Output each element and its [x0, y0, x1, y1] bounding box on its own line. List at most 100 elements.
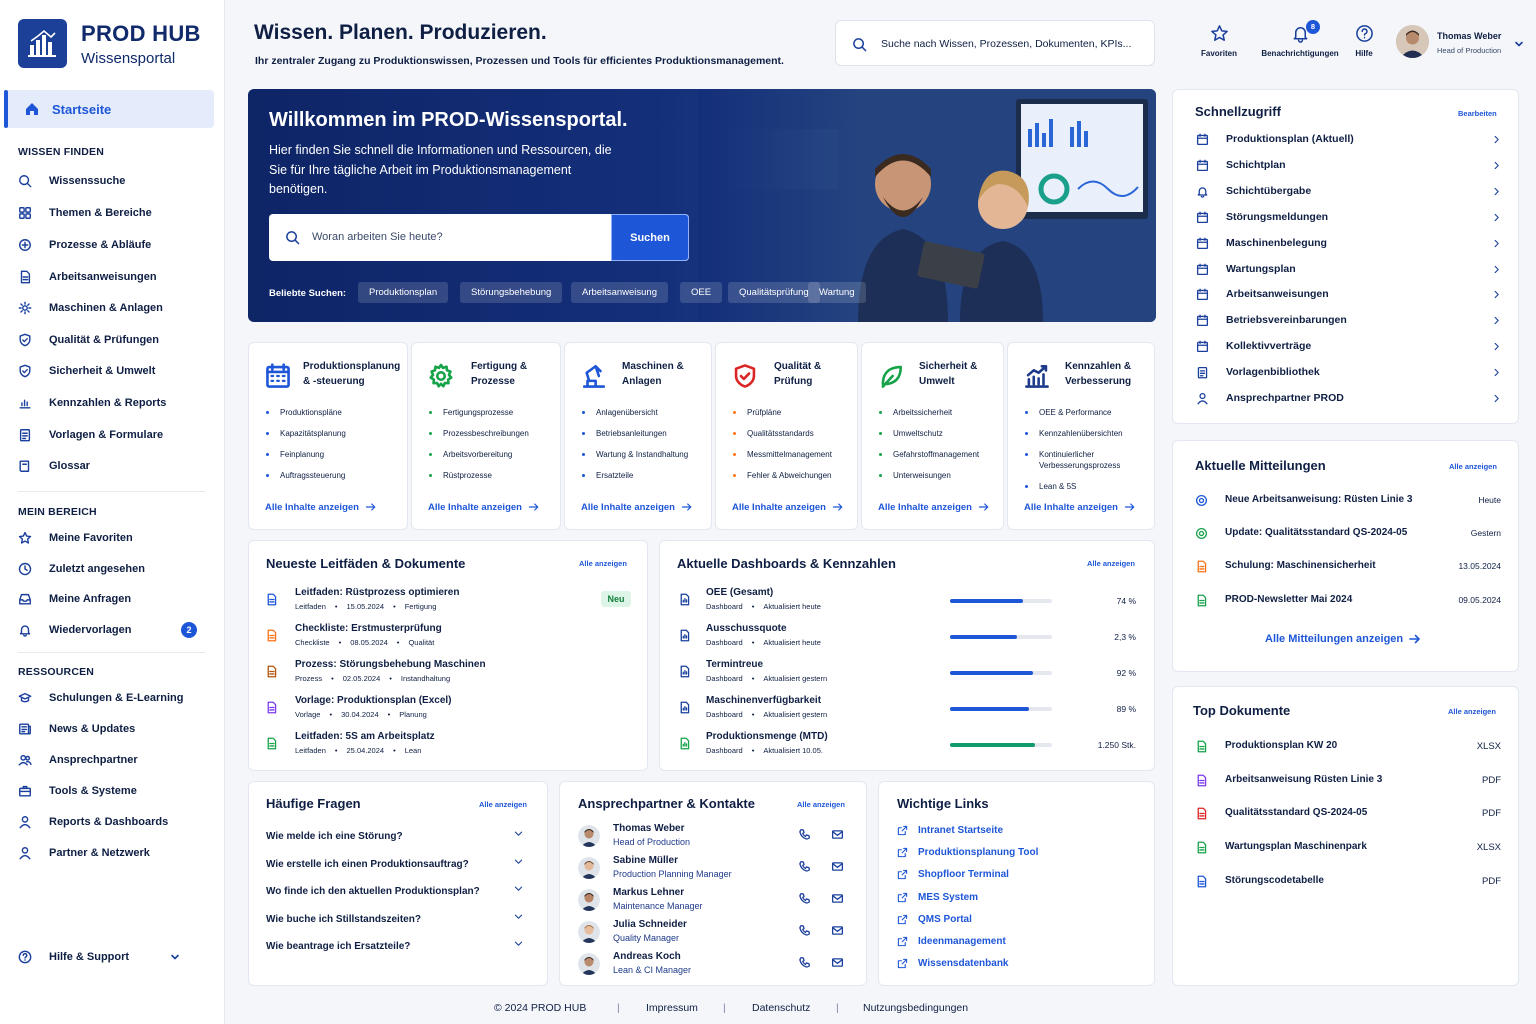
sidebar-item-sicherheit-umwelt[interactable]: Sicherheit & Umwelt	[18, 359, 213, 383]
quick-access-edit-link[interactable]: Bearbeiten	[1458, 109, 1497, 118]
category-link[interactable]: Fertigungsprozesse	[428, 407, 558, 418]
popular-search-chip[interactable]: Wartung	[808, 282, 866, 303]
hero-search-input[interactable]: Woran arbeiten Sie heute? Suchen	[269, 214, 689, 261]
mail-icon[interactable]	[831, 956, 844, 969]
news-item[interactable]: Update: Qualitätsstandard QS-2024-05 Gest…	[1195, 526, 1501, 542]
news-item[interactable]: Neue Arbeitsanweisung: Rüsten Linie 3 Heu…	[1195, 493, 1501, 509]
footer-link-datenschutz[interactable]: Datenschutz	[752, 1002, 810, 1014]
faq-item[interactable]: Wie melde ich eine Störung?	[266, 826, 524, 842]
important-link[interactable]: Wissensdatenbank	[897, 958, 1009, 969]
sidebar-item-prozesse-abläufe[interactable]: Prozesse & Abläufe	[18, 233, 213, 257]
category-link[interactable]: Betriebsanleitungen	[581, 428, 709, 439]
category-link[interactable]: Kapazitätsplanung	[265, 428, 405, 439]
contact-row[interactable]: Julia Schneider Quality Manager	[578, 918, 848, 946]
sidebar-item-news-updates[interactable]: News & Updates	[18, 717, 213, 741]
user-avatar[interactable]	[1396, 25, 1429, 58]
quick-access-item[interactable]: Schichtplan	[1196, 158, 1502, 174]
sidebar-item-glossar[interactable]: Glossar	[18, 454, 213, 478]
sidebar-item-ansprechpartner[interactable]: Ansprechpartner	[18, 748, 213, 772]
category-show-all-link[interactable]: Alle Inhalte anzeigen	[732, 501, 844, 513]
faq-item[interactable]: Wie buche ich Stillstandszeiten?	[266, 909, 524, 925]
category-link[interactable]: OEE & Performance	[1024, 407, 1152, 418]
faq-item[interactable]: Wie beantrage ich Ersatzteile?	[266, 936, 524, 952]
category-show-all-link[interactable]: Alle Inhalte anzeigen	[265, 501, 377, 513]
sidebar-item-qualität-prüfungen[interactable]: Qualität & Prüfungen	[18, 328, 213, 352]
category-link[interactable]: Rüstprozesse	[428, 470, 558, 481]
footer-link-impressum[interactable]: Impressum	[646, 1002, 698, 1014]
category-link[interactable]: Arbeitsvorbereitung	[428, 449, 558, 460]
category-link[interactable]: Unterweisungen	[878, 470, 1001, 481]
quick-access-item[interactable]: Wartungsplan	[1196, 262, 1502, 278]
phone-icon[interactable]	[798, 860, 811, 873]
document-row[interactable]: Leitfaden: Rüstprozess optimieren Leitfad…	[265, 587, 585, 617]
category-link[interactable]: Prozessbeschreibungen	[428, 428, 558, 439]
top-document-row[interactable]: Wartungsplan Maschinenpark XLSX	[1195, 840, 1501, 856]
faq-show-all-link[interactable]: Alle anzeigen	[479, 800, 527, 809]
category-link[interactable]: Gefahrstoffmanagement	[878, 449, 1001, 460]
contact-row[interactable]: Markus Lehner Maintenance Manager	[578, 886, 848, 914]
category-link[interactable]: Lean & 5S	[1024, 481, 1152, 492]
popular-search-chip[interactable]: OEE	[680, 282, 723, 303]
news-item[interactable]: PROD-Newsletter Mai 2024 09.05.2024	[1195, 593, 1501, 609]
quick-access-item[interactable]: Ansprechpartner PROD	[1196, 391, 1502, 407]
hero-search-button[interactable]: Suchen	[611, 214, 689, 261]
sidebar-item-wissenssuche[interactable]: Wissenssuche	[18, 169, 213, 193]
important-link[interactable]: MES System	[897, 892, 978, 903]
sidebar-item-arbeitsanweisungen[interactable]: Arbeitsanweisungen	[18, 265, 213, 289]
top-document-row[interactable]: Qualitätsstandard QS-2024-05 PDF	[1195, 806, 1501, 822]
popular-search-chip[interactable]: Qualitätsprüfung	[728, 282, 820, 303]
contact-row[interactable]: Thomas Weber Head of Production	[578, 822, 848, 850]
document-row[interactable]: Vorlage: Produktionsplan (Excel) Vorlage •…	[265, 695, 585, 725]
category-link[interactable]: Feinplanung	[265, 449, 405, 460]
dashboard-row[interactable]: Maschinenverfügbarkeit Dashboard • Aktualis…	[678, 695, 1138, 725]
help-support-button[interactable]: Hilfe & Support	[18, 945, 213, 969]
quick-access-item[interactable]: Maschinenbelegung	[1196, 236, 1502, 252]
sidebar-item-reports-dashboards[interactable]: Reports & Dashboards	[18, 810, 213, 834]
category-link[interactable]: Auftragssteuerung	[265, 470, 405, 481]
category-link[interactable]: Prüfpläne	[732, 407, 855, 418]
sidebar-item-themen-bereiche[interactable]: Themen & Bereiche	[18, 201, 213, 225]
sidebar-item-tools-systeme[interactable]: Tools & Systeme	[18, 779, 213, 803]
dashboard-row[interactable]: OEE (Gesamt) Dashboard • Aktualisiert heute…	[678, 587, 1138, 617]
quick-access-item[interactable]: Betriebsvereinbarungen	[1196, 313, 1502, 329]
category-card[interactable]: Qualität & Prüfung Prüfpläne Qualitätsstan…	[715, 342, 858, 530]
important-link[interactable]: Produktionsplanung Tool	[897, 847, 1038, 858]
quick-access-item[interactable]: Vorlagenbibliothek	[1196, 365, 1502, 381]
category-card[interactable]: Fertigung & Prozesse Fertigungsprozesse Pr…	[411, 342, 561, 530]
mail-icon[interactable]	[831, 828, 844, 841]
category-card[interactable]: Produktionsplanung & -steuerung Produktio…	[248, 342, 408, 530]
sidebar-item-vorlagen-formulare[interactable]: Vorlagen & Formulare	[18, 423, 213, 447]
category-card[interactable]: Maschinen & Anlagen Anlagenübersicht Betri…	[564, 342, 712, 530]
category-show-all-link[interactable]: Alle Inhalte anzeigen	[581, 501, 693, 513]
category-show-all-link[interactable]: Alle Inhalte anzeigen	[1024, 501, 1136, 513]
faq-item[interactable]: Wie erstelle ich einen Produktionsauftra…	[266, 854, 524, 870]
global-search-input[interactable]: Suche nach Wissen, Prozessen, Dokumenten…	[835, 20, 1155, 66]
popular-search-chip[interactable]: Störungsbehebung	[460, 282, 563, 303]
faq-item[interactable]: Wo finde ich den aktuellen Produktionspl…	[266, 881, 524, 897]
category-link[interactable]: Kontinuierlicher Verbesserungsprozess	[1024, 449, 1152, 471]
dashboard-row[interactable]: Termintreue Dashboard • Aktualisiert gester…	[678, 659, 1138, 689]
sidebar-item-meine-favoriten[interactable]: Meine Favoriten	[18, 526, 213, 550]
category-link[interactable]: Wartung & Instandhaltung	[581, 449, 709, 460]
news-show-all-link[interactable]: Alle anzeigen	[1449, 462, 1497, 471]
dashboard-row[interactable]: Ausschussquote Dashboard • Aktualisiert heu…	[678, 623, 1138, 653]
document-row[interactable]: Leitfaden: 5S am Arbeitsplatz Leitfaden • 2…	[265, 731, 585, 761]
category-link[interactable]: Arbeitssicherheit	[878, 407, 1001, 418]
quick-access-item[interactable]: Schichtübergabe	[1196, 184, 1502, 200]
mail-icon[interactable]	[831, 892, 844, 905]
category-card[interactable]: Sicherheit & Umwelt Arbeitssicherheit Umwe…	[861, 342, 1004, 530]
mail-icon[interactable]	[831, 860, 844, 873]
phone-icon[interactable]	[798, 892, 811, 905]
contact-row[interactable]: Andreas Koch Lean & CI Manager	[578, 950, 848, 978]
guides-show-all-link[interactable]: Alle anzeigen	[579, 559, 627, 568]
sidebar-item-meine-anfragen[interactable]: Meine Anfragen	[18, 587, 213, 611]
dashboard-row[interactable]: Produktionsmenge (MTD) Dashboard • Aktualis…	[678, 731, 1138, 761]
category-show-all-link[interactable]: Alle Inhalte anzeigen	[428, 501, 540, 513]
phone-icon[interactable]	[798, 828, 811, 841]
document-row[interactable]: Prozess: Störungsbehebung Maschinen Proze…	[265, 659, 585, 689]
help-button[interactable]: Hilfe	[1348, 24, 1380, 58]
top-document-row[interactable]: Produktionsplan KW 20 XLSX	[1195, 739, 1501, 755]
category-link[interactable]: Qualitätsstandards	[732, 428, 855, 439]
important-link[interactable]: Ideenmanagement	[897, 936, 1006, 947]
category-link[interactable]: Anlagenübersicht	[581, 407, 709, 418]
